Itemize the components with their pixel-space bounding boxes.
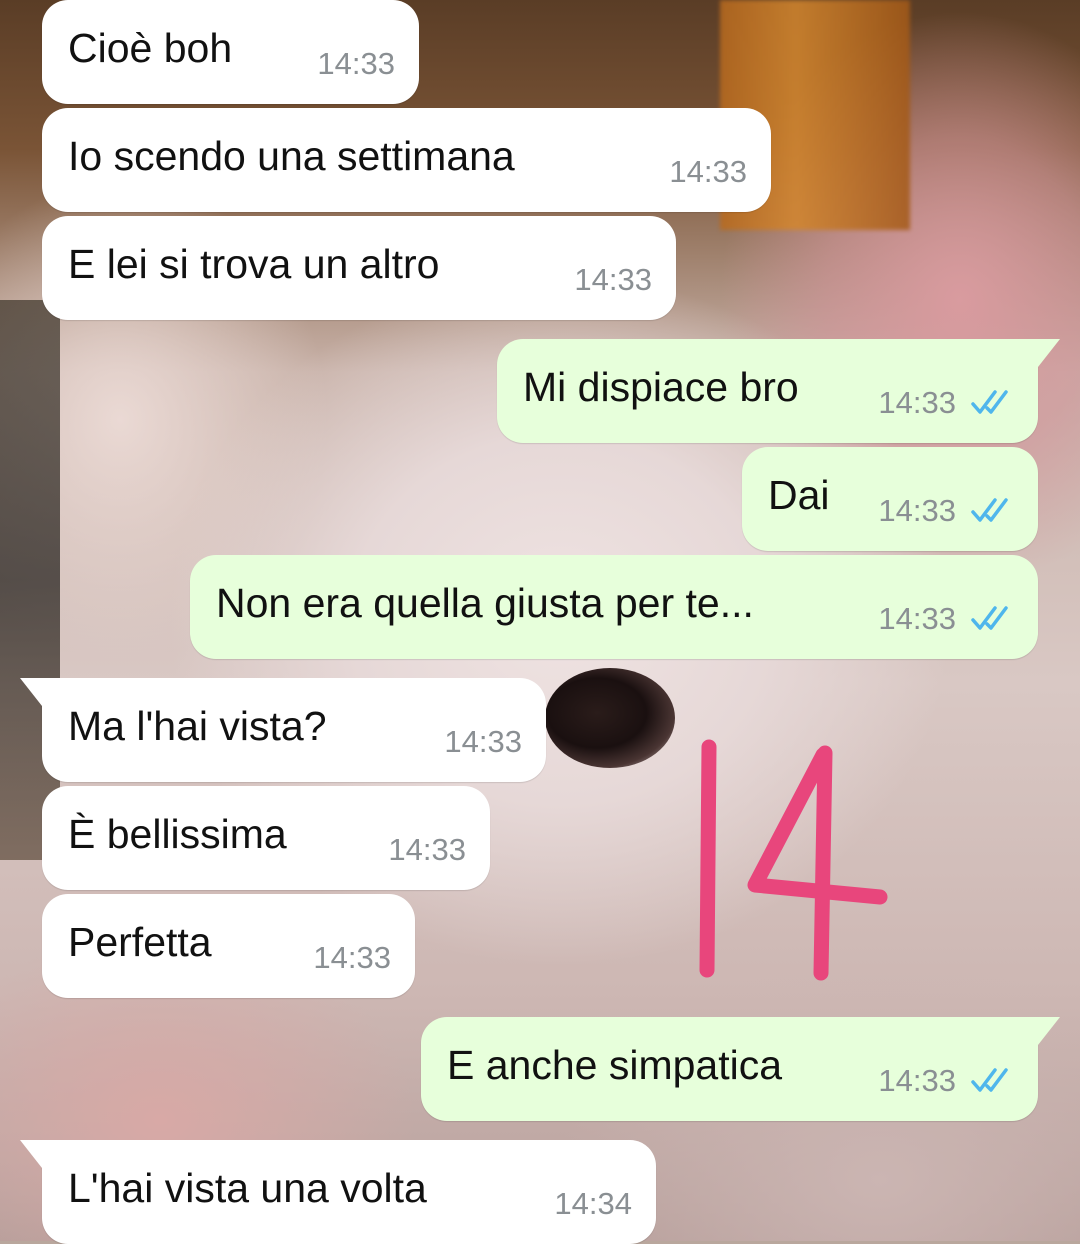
message-bubble-outgoing[interactable]: Non era quella giusta per te... 14:33 <box>190 555 1038 659</box>
message-text: Perfetta <box>68 919 212 965</box>
message-timestamp: 14:33 <box>669 154 747 189</box>
double-check-icon <box>971 498 1008 522</box>
message-bubble-incoming[interactable]: Perfetta 14:33 <box>42 894 415 998</box>
message-timestamp: 14:33 <box>313 940 391 975</box>
message-bubble-outgoing[interactable]: Dai 14:33 <box>742 447 1038 551</box>
message-timestamp: 14:33 <box>317 46 395 81</box>
message-text: Ma l'hai vista? <box>68 703 327 749</box>
message-timestamp: 14:34 <box>554 1186 632 1221</box>
message-bubble-incoming[interactable]: Cioè boh 14:33 <box>42 0 419 104</box>
handwritten-annotation-14: 14 <box>699 739 888 981</box>
message-text: È bellissima <box>68 811 287 857</box>
message-bubble-incoming[interactable]: Io scendo una settimana 14:33 <box>42 108 771 212</box>
message-text: Cioè boh <box>68 25 233 71</box>
message-bubble-outgoing[interactable]: Mi dispiace bro 14:33 <box>497 339 1060 443</box>
message-bubble-incoming[interactable]: E lei si trova un altro 14:33 <box>42 216 676 320</box>
message-timestamp: 14:33 <box>878 601 956 636</box>
message-bubble-incoming[interactable]: L'hai vista una volta 14:34 <box>20 1140 656 1244</box>
message-bubble-incoming[interactable]: Ma l'hai vista? 14:33 <box>20 678 546 782</box>
message-text: Dai <box>768 472 830 518</box>
message-text: Mi dispiace bro <box>523 364 799 410</box>
message-text: Io scendo una settimana <box>68 133 515 179</box>
bubble-tail <box>1020 339 1060 367</box>
bubble-tail <box>1020 1017 1060 1045</box>
message-timestamp: 14:33 <box>878 385 956 420</box>
message-timestamp: 14:33 <box>388 832 466 867</box>
double-check-icon <box>971 1068 1008 1092</box>
bubble-tail <box>20 678 60 706</box>
message-text: Non era quella giusta per te... <box>216 580 754 626</box>
wallpaper-animal-eye <box>545 668 675 768</box>
message-bubble-outgoing[interactable]: E anche simpatica 14:33 <box>421 1017 1060 1121</box>
double-check-icon <box>971 390 1008 414</box>
message-text: E anche simpatica <box>447 1042 783 1088</box>
double-check-icon <box>971 606 1008 630</box>
message-text: L'hai vista una volta <box>68 1165 427 1211</box>
message-text: E lei si trova un altro <box>68 241 440 287</box>
message-timestamp: 14:33 <box>878 493 956 528</box>
message-timestamp: 14:33 <box>574 262 652 297</box>
bubble-tail <box>20 1140 60 1168</box>
message-timestamp: 14:33 <box>878 1063 956 1098</box>
message-timestamp: 14:33 <box>444 724 522 759</box>
message-bubble-incoming[interactable]: È bellissima 14:33 <box>42 786 490 890</box>
